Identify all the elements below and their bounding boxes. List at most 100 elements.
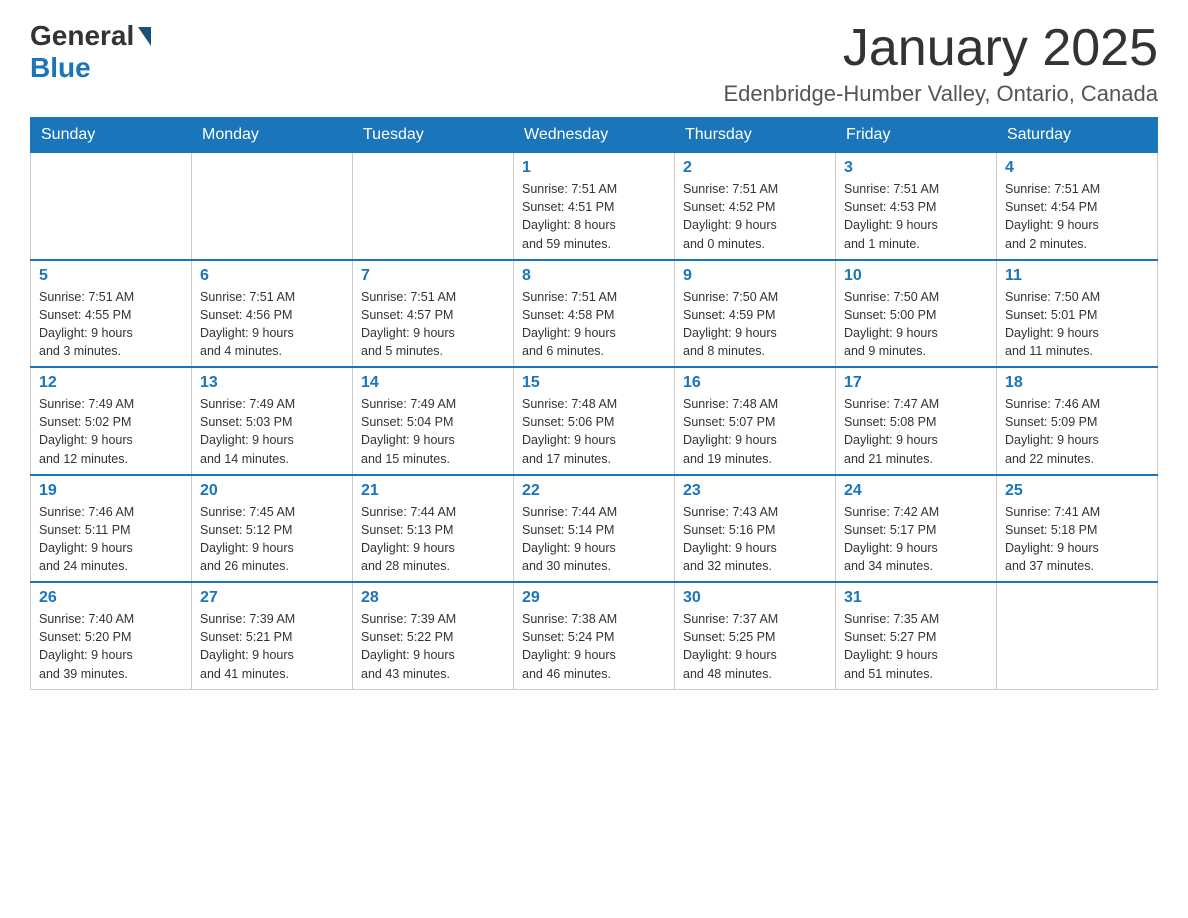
calendar-week-row: 1 Sunrise: 7:51 AM Sunset: 4:51 PM Daylig… (31, 153, 1158, 260)
day-info: Sunrise: 7:43 AM Sunset: 5:16 PM Dayligh… (683, 503, 827, 576)
day-info: Sunrise: 7:51 AM Sunset: 4:53 PM Dayligh… (844, 180, 988, 253)
calendar-cell (192, 153, 353, 260)
day-number: 13 (200, 374, 344, 392)
day-number: 10 (844, 267, 988, 285)
day-info: Sunrise: 7:47 AM Sunset: 5:08 PM Dayligh… (844, 395, 988, 468)
day-info: Sunrise: 7:46 AM Sunset: 5:09 PM Dayligh… (1005, 395, 1149, 468)
day-number: 1 (522, 159, 666, 177)
day-info: Sunrise: 7:49 AM Sunset: 5:04 PM Dayligh… (361, 395, 505, 468)
calendar-cell: 22 Sunrise: 7:44 AM Sunset: 5:14 PM Dayli… (514, 475, 675, 583)
day-info: Sunrise: 7:50 AM Sunset: 4:59 PM Dayligh… (683, 288, 827, 361)
day-info: Sunrise: 7:51 AM Sunset: 4:58 PM Dayligh… (522, 288, 666, 361)
day-info: Sunrise: 7:42 AM Sunset: 5:17 PM Dayligh… (844, 503, 988, 576)
calendar-cell: 13 Sunrise: 7:49 AM Sunset: 5:03 PM Dayli… (192, 367, 353, 475)
day-number: 31 (844, 589, 988, 607)
day-number: 16 (683, 374, 827, 392)
calendar-week-row: 12 Sunrise: 7:49 AM Sunset: 5:02 PM Dayli… (31, 367, 1158, 475)
day-number: 12 (39, 374, 183, 392)
calendar-week-row: 5 Sunrise: 7:51 AM Sunset: 4:55 PM Daylig… (31, 260, 1158, 368)
calendar-cell: 30 Sunrise: 7:37 AM Sunset: 5:25 PM Dayli… (675, 582, 836, 689)
calendar-cell: 3 Sunrise: 7:51 AM Sunset: 4:53 PM Daylig… (836, 153, 997, 260)
calendar-cell: 10Sunrise: 7:50 AM Sunset: 5:00 PM Dayli… (836, 260, 997, 368)
calendar-day-header: Monday (192, 118, 353, 153)
day-info: Sunrise: 7:46 AM Sunset: 5:11 PM Dayligh… (39, 503, 183, 576)
calendar-cell: 21 Sunrise: 7:44 AM Sunset: 5:13 PM Dayli… (353, 475, 514, 583)
day-number: 11 (1005, 267, 1149, 285)
day-info: Sunrise: 7:37 AM Sunset: 5:25 PM Dayligh… (683, 610, 827, 683)
calendar-cell: 7 Sunrise: 7:51 AM Sunset: 4:57 PM Daylig… (353, 260, 514, 368)
calendar-cell: 6Sunrise: 7:51 AM Sunset: 4:56 PM Daylig… (192, 260, 353, 368)
day-info: Sunrise: 7:35 AM Sunset: 5:27 PM Dayligh… (844, 610, 988, 683)
day-info: Sunrise: 7:44 AM Sunset: 5:14 PM Dayligh… (522, 503, 666, 576)
page-title: January 2025 (723, 20, 1158, 77)
calendar-cell: 2 Sunrise: 7:51 AM Sunset: 4:52 PM Daylig… (675, 153, 836, 260)
day-number: 27 (200, 589, 344, 607)
day-info: Sunrise: 7:41 AM Sunset: 5:18 PM Dayligh… (1005, 503, 1149, 576)
day-number: 6 (200, 267, 344, 285)
day-number: 25 (1005, 482, 1149, 500)
day-info: Sunrise: 7:48 AM Sunset: 5:06 PM Dayligh… (522, 395, 666, 468)
calendar-cell (353, 153, 514, 260)
calendar-cell: 31 Sunrise: 7:35 AM Sunset: 5:27 PM Dayli… (836, 582, 997, 689)
day-info: Sunrise: 7:39 AM Sunset: 5:21 PM Dayligh… (200, 610, 344, 683)
calendar-day-header: Saturday (997, 118, 1158, 153)
title-area: January 2025 Edenbridge-Humber Valley, O… (723, 20, 1158, 107)
calendar-cell: 5 Sunrise: 7:51 AM Sunset: 4:55 PM Daylig… (31, 260, 192, 368)
day-info: Sunrise: 7:51 AM Sunset: 4:52 PM Dayligh… (683, 180, 827, 253)
calendar-cell: 1 Sunrise: 7:51 AM Sunset: 4:51 PM Daylig… (514, 153, 675, 260)
calendar-cell: 12 Sunrise: 7:49 AM Sunset: 5:02 PM Dayli… (31, 367, 192, 475)
logo-blue-text: Blue (30, 52, 91, 84)
calendar-week-row: 26 Sunrise: 7:40 AM Sunset: 5:20 PM Dayli… (31, 582, 1158, 689)
day-number: 14 (361, 374, 505, 392)
calendar-cell: 18 Sunrise: 7:46 AM Sunset: 5:09 PM Dayli… (997, 367, 1158, 475)
calendar-cell: 17Sunrise: 7:47 AM Sunset: 5:08 PM Dayli… (836, 367, 997, 475)
logo-triangle-icon (138, 27, 151, 46)
day-info: Sunrise: 7:51 AM Sunset: 4:57 PM Dayligh… (361, 288, 505, 361)
calendar-cell (997, 582, 1158, 689)
day-number: 22 (522, 482, 666, 500)
day-info: Sunrise: 7:49 AM Sunset: 5:03 PM Dayligh… (200, 395, 344, 468)
day-info: Sunrise: 7:40 AM Sunset: 5:20 PM Dayligh… (39, 610, 183, 683)
day-info: Sunrise: 7:38 AM Sunset: 5:24 PM Dayligh… (522, 610, 666, 683)
logo-general-text: General (30, 20, 134, 52)
calendar-cell: 20Sunrise: 7:45 AM Sunset: 5:12 PM Dayli… (192, 475, 353, 583)
calendar-table: SundayMondayTuesdayWednesdayThursdayFrid… (30, 117, 1158, 690)
calendar-cell: 4 Sunrise: 7:51 AM Sunset: 4:54 PM Daylig… (997, 153, 1158, 260)
calendar-cell: 16 Sunrise: 7:48 AM Sunset: 5:07 PM Dayli… (675, 367, 836, 475)
calendar-cell: 15 Sunrise: 7:48 AM Sunset: 5:06 PM Dayli… (514, 367, 675, 475)
day-number: 30 (683, 589, 827, 607)
day-number: 4 (1005, 159, 1149, 177)
calendar-cell: 19Sunrise: 7:46 AM Sunset: 5:11 PM Dayli… (31, 475, 192, 583)
calendar-cell: 11Sunrise: 7:50 AM Sunset: 5:01 PM Dayli… (997, 260, 1158, 368)
calendar-week-row: 19Sunrise: 7:46 AM Sunset: 5:11 PM Dayli… (31, 475, 1158, 583)
day-info: Sunrise: 7:48 AM Sunset: 5:07 PM Dayligh… (683, 395, 827, 468)
calendar-cell: 28Sunrise: 7:39 AM Sunset: 5:22 PM Dayli… (353, 582, 514, 689)
day-number: 18 (1005, 374, 1149, 392)
day-number: 2 (683, 159, 827, 177)
calendar-cell: 9Sunrise: 7:50 AM Sunset: 4:59 PM Daylig… (675, 260, 836, 368)
day-number: 5 (39, 267, 183, 285)
day-number: 26 (39, 589, 183, 607)
day-number: 28 (361, 589, 505, 607)
day-number: 7 (361, 267, 505, 285)
calendar-day-header: Tuesday (353, 118, 514, 153)
day-info: Sunrise: 7:51 AM Sunset: 4:55 PM Dayligh… (39, 288, 183, 361)
calendar-cell: 26 Sunrise: 7:40 AM Sunset: 5:20 PM Dayli… (31, 582, 192, 689)
day-info: Sunrise: 7:51 AM Sunset: 4:54 PM Dayligh… (1005, 180, 1149, 253)
page-header: General Blue January 2025 Edenbridge-Hum… (30, 20, 1158, 107)
day-number: 29 (522, 589, 666, 607)
day-number: 3 (844, 159, 988, 177)
calendar-cell (31, 153, 192, 260)
day-number: 15 (522, 374, 666, 392)
day-number: 24 (844, 482, 988, 500)
day-info: Sunrise: 7:44 AM Sunset: 5:13 PM Dayligh… (361, 503, 505, 576)
calendar-cell: 8Sunrise: 7:51 AM Sunset: 4:58 PM Daylig… (514, 260, 675, 368)
page-subtitle: Edenbridge-Humber Valley, Ontario, Canad… (723, 81, 1158, 107)
day-info: Sunrise: 7:49 AM Sunset: 5:02 PM Dayligh… (39, 395, 183, 468)
day-number: 20 (200, 482, 344, 500)
day-number: 21 (361, 482, 505, 500)
day-info: Sunrise: 7:51 AM Sunset: 4:51 PM Dayligh… (522, 180, 666, 253)
calendar-cell: 14 Sunrise: 7:49 AM Sunset: 5:04 PM Dayli… (353, 367, 514, 475)
calendar-day-header: Friday (836, 118, 997, 153)
calendar-day-header: Sunday (31, 118, 192, 153)
